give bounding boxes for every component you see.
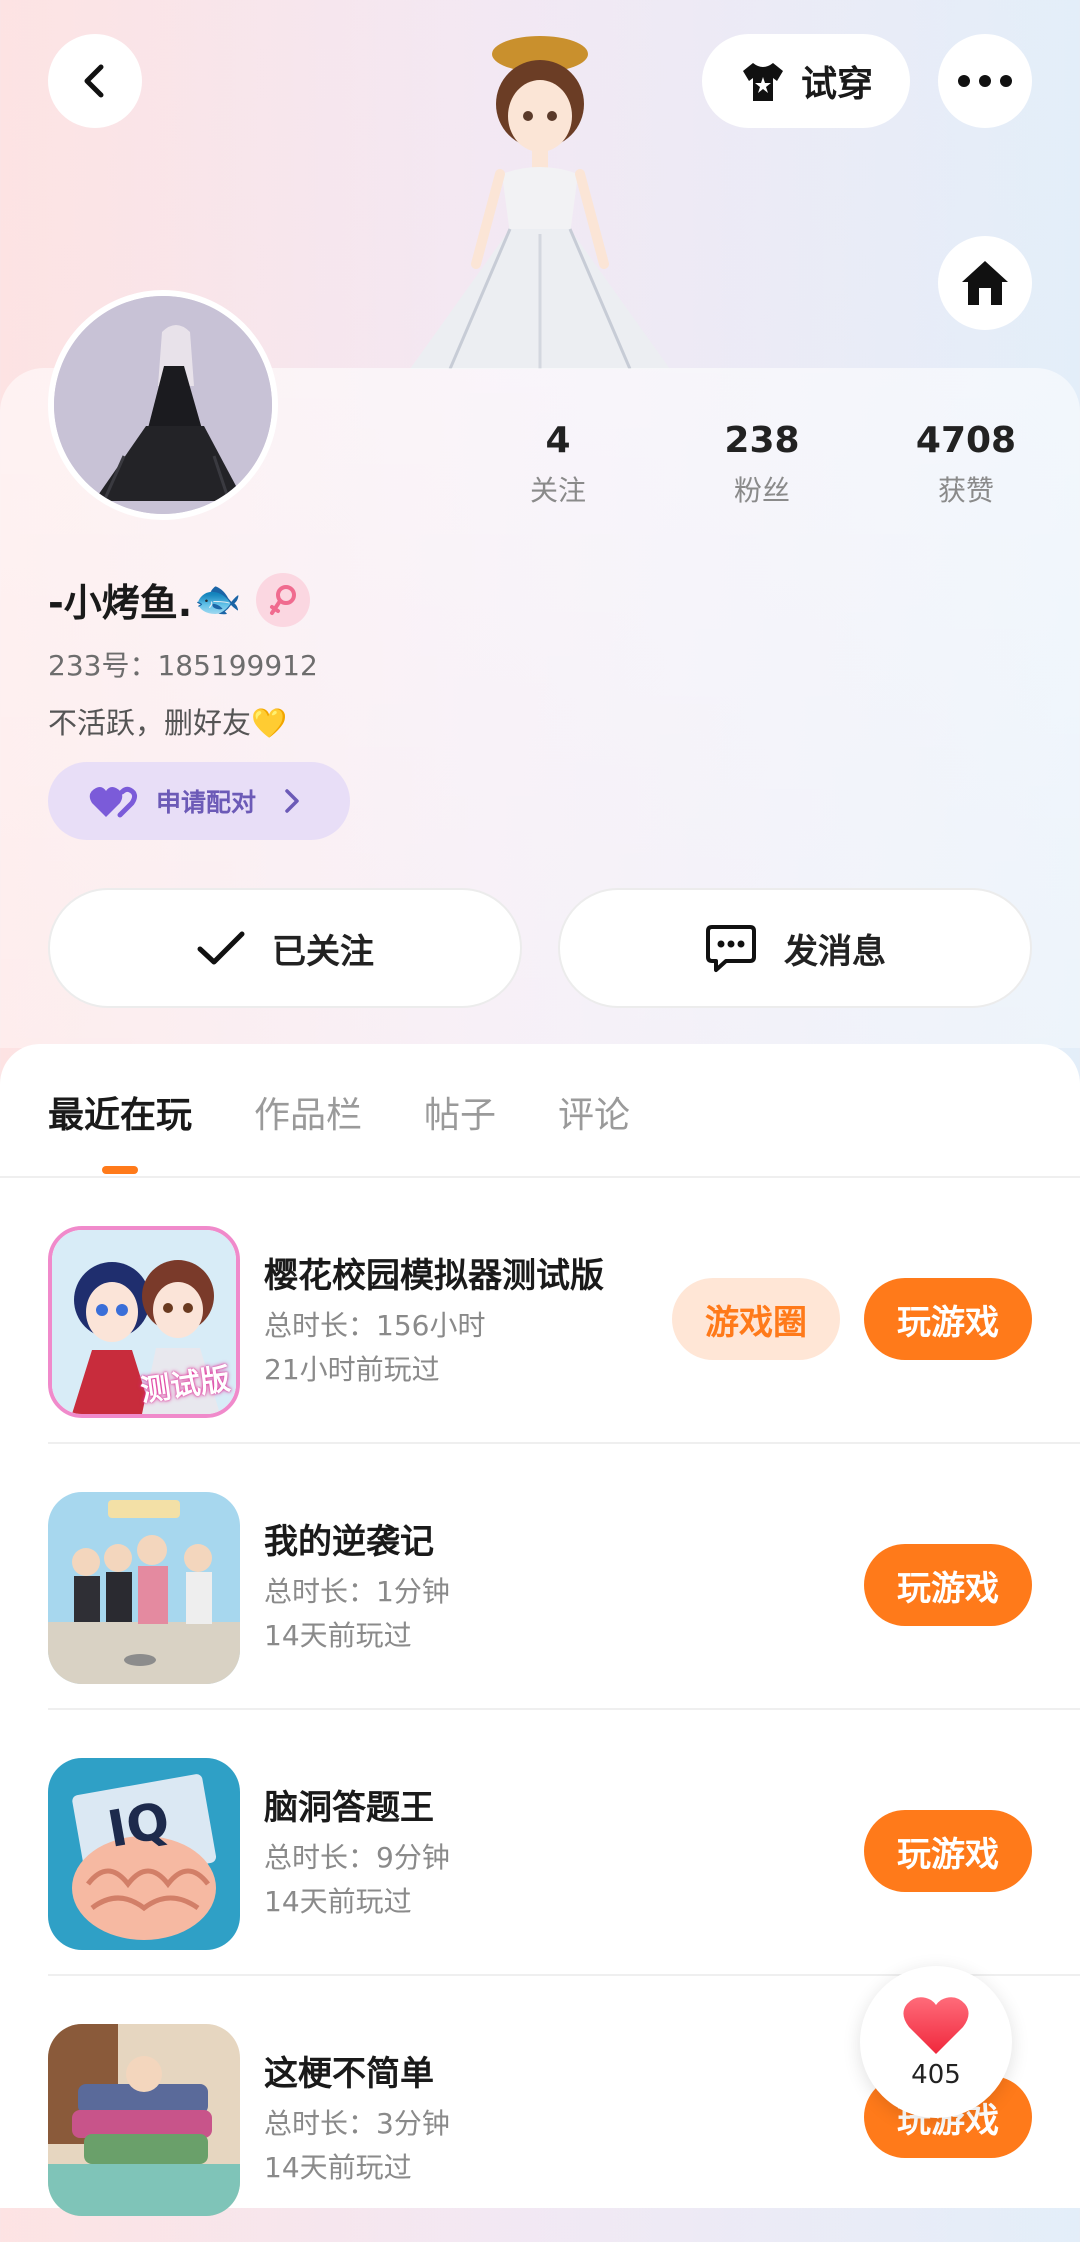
try-on-label: 试穿	[800, 64, 873, 105]
game-icon-brain-quiz[interactable]: IQ	[48, 1758, 240, 1950]
more-dots-icon	[958, 75, 1012, 87]
stat-following[interactable]: 4 关注	[478, 420, 638, 509]
game-row[interactable]: 测试版 樱花校园模拟器测试版 总时长：156小时 21小时前玩过 游戏圈 玩游戏	[48, 1178, 1080, 1444]
game-title: 我的逆袭记	[264, 1522, 434, 1562]
chat-bubble-icon	[706, 925, 756, 972]
female-icon	[255, 572, 310, 627]
game-duration: 总时长：3分钟	[264, 2107, 450, 2140]
game-duration: 总时长：1分钟	[264, 1575, 450, 1608]
game-circle-button[interactable]: 游戏圈	[672, 1278, 840, 1360]
nickname: -小烤鱼.	[48, 581, 193, 625]
tab-posts[interactable]: 帖子	[424, 1086, 496, 1138]
iq-label: IQ	[103, 1791, 174, 1859]
home-icon	[962, 261, 1008, 305]
fish-emoji: 🐟	[194, 577, 242, 621]
nickname-row: -小烤鱼. 🐟	[48, 572, 310, 627]
heart-icon	[903, 1997, 969, 2054]
play-game-button[interactable]: 玩游戏	[864, 1810, 1032, 1892]
play-game-button[interactable]: 玩游戏	[864, 1544, 1032, 1626]
stat-value: 4	[545, 420, 571, 461]
pair-label: 申请配对	[156, 788, 257, 817]
game-icon-sakura[interactable]: 测试版	[48, 1226, 240, 1418]
stat-label: 粉丝	[733, 474, 790, 507]
game-duration: 总时长：156小时	[264, 1309, 486, 1342]
stat-value: 4708	[915, 420, 1017, 461]
like-float-button[interactable]: 405	[860, 1966, 1012, 2118]
back-button[interactable]	[48, 34, 142, 128]
game-icon-meme[interactable]	[48, 2024, 240, 2216]
game-title: 这梗不简单	[264, 2054, 434, 2094]
game-row[interactable]: IQ 脑洞答题王 总时长：9分钟 14天前玩过 玩游戏	[48, 1710, 1080, 1976]
tshirt-icon	[742, 63, 783, 101]
avatar[interactable]	[48, 290, 278, 520]
message-label: 发消息	[784, 931, 886, 972]
avatar-3d-figure[interactable]	[390, 24, 690, 370]
followed-label: 已关注	[272, 931, 374, 972]
bio: 不活跃，删好友💛	[48, 706, 288, 740]
check-icon	[197, 931, 245, 965]
try-on-button[interactable]: 试穿	[702, 34, 910, 128]
game-last-played: 14天前玩过	[264, 1619, 412, 1652]
game-last-played: 21小时前玩过	[264, 1353, 440, 1386]
tab-works[interactable]: 作品栏	[254, 1086, 362, 1138]
followed-button[interactable]: 已关注	[48, 888, 522, 1008]
stat-fans[interactable]: 238 粉丝	[682, 420, 842, 509]
user-id: 233号：185199912	[48, 649, 318, 682]
stat-label: 获赞	[937, 474, 994, 507]
game-last-played: 14天前玩过	[264, 2151, 412, 2184]
tab-recently-played[interactable]: 最近在玩	[48, 1086, 192, 1138]
double-heart-icon	[89, 786, 138, 818]
chevron-left-icon	[84, 64, 104, 98]
chevron-right-icon	[285, 789, 299, 813]
game-row[interactable]: 我的逆袭记 总时长：1分钟 14天前玩过 玩游戏	[48, 1444, 1080, 1710]
game-title: 脑洞答题王	[264, 1788, 434, 1828]
stat-value: 238	[724, 420, 800, 461]
game-last-played: 14天前玩过	[264, 1885, 412, 1918]
tab-comments[interactable]: 评论	[558, 1086, 630, 1138]
more-button[interactable]	[938, 34, 1032, 128]
game-title: 樱花校园模拟器测试版	[264, 1256, 604, 1296]
like-count: 405	[911, 2060, 961, 2090]
home-button[interactable]	[938, 236, 1032, 330]
stat-likes[interactable]: 4708 获赞	[886, 420, 1046, 509]
profile-tabs: 最近在玩 作品栏 帖子 评论	[48, 1086, 630, 1138]
game-duration: 总时长：9分钟	[264, 1841, 450, 1874]
send-message-button[interactable]: 发消息	[558, 888, 1032, 1008]
play-game-button[interactable]: 玩游戏	[864, 1278, 1032, 1360]
game-icon-revenge[interactable]	[48, 1492, 240, 1684]
stat-label: 关注	[529, 474, 586, 507]
request-pair-button[interactable]: 申请配对	[48, 762, 350, 840]
active-tab-indicator	[102, 1166, 138, 1174]
